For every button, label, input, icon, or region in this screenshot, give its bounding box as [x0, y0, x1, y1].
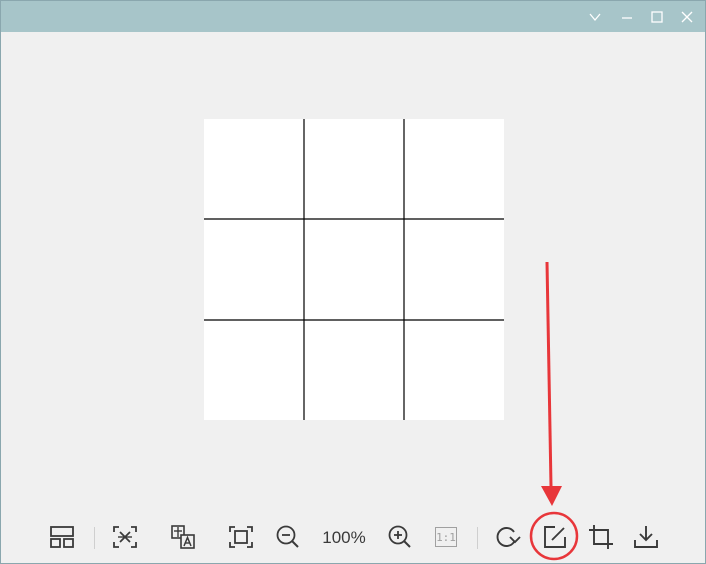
tic-tac-toe-grid [204, 119, 504, 420]
actual-size-label: 1:1 [435, 527, 457, 547]
maximize-icon[interactable] [644, 4, 670, 30]
bottom-toolbar: 100% 1:1 [1, 511, 705, 563]
close-icon[interactable] [674, 4, 700, 30]
edit-icon[interactable] [538, 521, 572, 553]
image-viewer-window: 100% 1:1 [0, 0, 706, 564]
zoom-out-icon[interactable] [271, 521, 305, 553]
displayed-image [204, 119, 504, 420]
crop-icon[interactable] [584, 521, 618, 553]
rotate-icon[interactable] [491, 521, 525, 553]
chevron-down-icon[interactable] [582, 4, 608, 30]
download-icon[interactable] [629, 521, 663, 553]
translate-icon[interactable] [166, 521, 200, 553]
minimize-icon[interactable] [614, 4, 640, 30]
ocr-icon[interactable] [108, 521, 142, 553]
toolbar-divider [477, 527, 478, 549]
actual-size-icon[interactable]: 1:1 [429, 521, 463, 553]
title-bar[interactable] [1, 1, 705, 32]
zoom-level: 100% [322, 528, 366, 547]
fit-screen-icon[interactable] [224, 521, 258, 553]
zoom-in-icon[interactable] [383, 521, 417, 553]
layout-icon[interactable] [45, 521, 79, 553]
toolbar-divider [94, 527, 95, 549]
